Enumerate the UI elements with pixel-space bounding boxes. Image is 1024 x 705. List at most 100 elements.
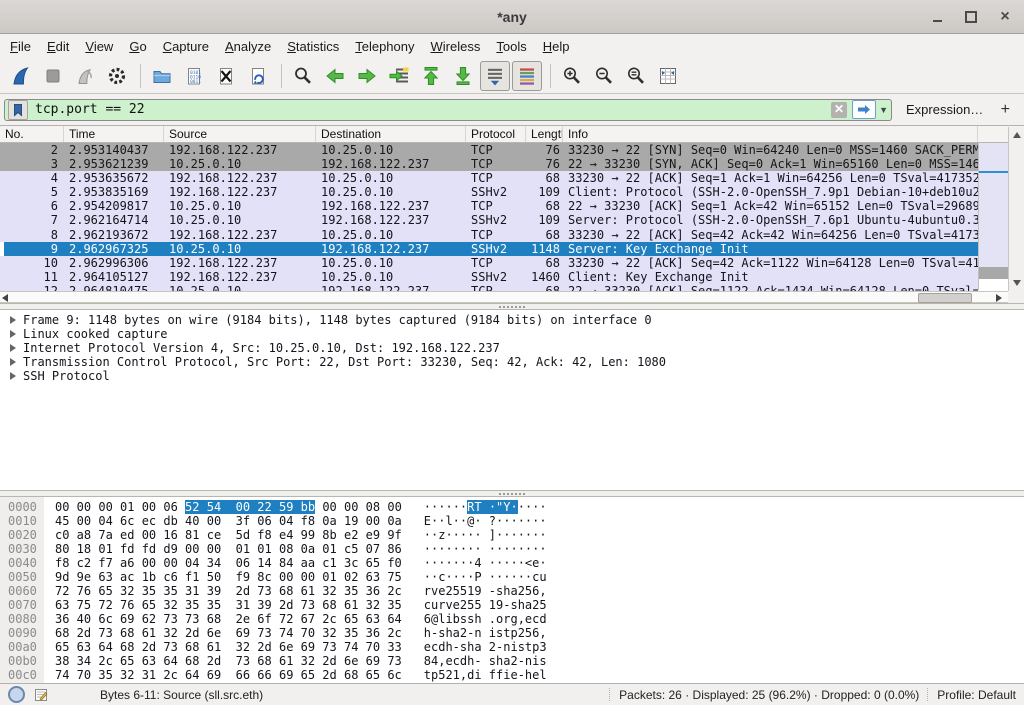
menu-edit[interactable]: Edit [39,36,77,57]
capture-options-button[interactable] [102,61,132,91]
display-filter-input[interactable]: tcp.port == 22 ✕ ▼ [4,99,892,121]
packet-row[interactable]: 52.953835169192.168.122.23710.25.0.10SSH… [0,185,978,199]
go-forward-button[interactable] [352,61,382,91]
expand-triangle-icon[interactable] [10,330,16,338]
hex-row[interactable]: 0040f8 c2 f7 a6 00 00 04 34 06 14 84 aa … [0,556,1024,570]
packet-minimap-scrollbar[interactable] [978,143,1008,290]
hscroll-thumb[interactable] [918,293,972,303]
filter-bookmark-button[interactable] [8,100,28,120]
hex-bytes[interactable]: f8 c2 f7 a6 00 00 04 34 06 14 84 aa c1 3… [55,556,402,570]
menu-view[interactable]: View [77,36,121,57]
detail-line[interactable]: Transmission Control Protocol, Src Port:… [0,355,1024,369]
hex-row[interactable]: 001045 00 04 6c ec db 40 00 3f 06 04 f8 … [0,514,1024,528]
packet-row[interactable]: 92.96296732510.25.0.10192.168.122.237SSH… [0,242,978,256]
scroll-right-icon[interactable] [996,294,1002,302]
hex-row[interactable]: 007063 75 72 76 65 32 35 35 31 39 2d 73 … [0,598,1024,612]
capture-comment-icon[interactable] [34,688,48,702]
hex-ascii[interactable]: 84,ecdh- sha2-nis [424,654,547,668]
auto-scroll-button[interactable] [480,61,510,91]
menu-tools[interactable]: Tools [488,36,534,57]
add-filter-button[interactable]: + [995,101,1016,119]
packet-row[interactable]: 32.95362123910.25.0.10192.168.122.237TCP… [0,157,978,171]
menu-capture[interactable]: Capture [155,36,217,57]
menu-statistics[interactable]: Statistics [279,36,347,57]
detail-line[interactable]: Linux cooked capture [0,327,1024,341]
close-file-button[interactable] [211,61,241,91]
pane-splitter[interactable] [0,303,1024,310]
dropdown-caret-icon[interactable]: ▼ [879,105,888,115]
hex-ascii[interactable]: ecdh-sha 2-nistp3 [424,640,547,654]
hex-bytes[interactable]: 36 40 6c 69 62 73 73 68 2e 6f 72 67 2c 6… [55,612,402,626]
go-top-button[interactable] [416,61,446,91]
column-header-length[interactable]: Length [526,126,563,142]
zoom-reset-button[interactable] [621,61,651,91]
column-header-protocol[interactable]: Protocol [466,126,526,142]
menu-help[interactable]: Help [535,36,578,57]
menu-file[interactable]: File [2,36,39,57]
zoom-out-button[interactable] [589,61,619,91]
hex-ascii[interactable]: curve255 19-sha25 [424,598,547,612]
hex-row[interactable]: 00509d 9e 63 ac 1b c6 f1 50 f9 8c 00 00 … [0,570,1024,584]
hex-row[interactable]: 009068 2d 73 68 61 32 2d 6e 69 73 74 70 … [0,626,1024,640]
expert-info-icon[interactable] [8,686,25,703]
expand-triangle-icon[interactable] [10,372,16,380]
hex-bytes[interactable]: 38 34 2c 65 63 64 68 2d 73 68 61 32 2d 6… [55,654,402,668]
column-header-source[interactable]: Source [164,126,316,142]
hex-bytes[interactable]: 74 70 35 32 31 2c 64 69 66 66 69 65 2d 6… [55,668,402,682]
pane-splitter[interactable] [0,490,1024,497]
detail-line[interactable]: SSH Protocol [0,369,1024,383]
packet-row[interactable]: 22.953140437192.168.122.23710.25.0.10TCP… [0,143,978,157]
colorize-button[interactable] [512,61,542,91]
detail-line[interactable]: Frame 9: 1148 bytes on wire (9184 bits),… [0,313,1024,327]
packet-row[interactable]: 112.964105127192.168.122.23710.25.0.10SS… [0,270,978,284]
menu-wireless[interactable]: Wireless [423,36,489,57]
hex-bytes[interactable]: 72 76 65 32 35 35 31 39 2d 73 68 61 32 3… [55,584,402,598]
column-header-time[interactable]: Time [64,126,164,142]
packet-row[interactable]: 72.96216471410.25.0.10192.168.122.237SSH… [0,213,978,227]
scroll-left-icon[interactable] [2,294,8,302]
go-bottom-button[interactable] [448,61,478,91]
horizontal-scrollbar[interactable] [0,291,1008,303]
clear-icon[interactable]: ✕ [831,102,847,118]
hex-ascii[interactable]: ·······4 ·····<e· [424,556,547,570]
find-packet-button[interactable] [288,61,318,91]
hex-ascii[interactable]: ········ ········ [424,542,547,556]
go-to-packet-button[interactable] [384,61,414,91]
hex-row[interactable]: 00c074 70 35 32 31 2c 64 69 66 66 69 65 … [0,668,1024,682]
vertical-scrollbar[interactable] [1008,127,1024,291]
open-file-button[interactable] [147,61,177,91]
titlebar[interactable]: *any × [0,0,1024,34]
minimize-icon[interactable] [926,8,948,26]
start-capture-button[interactable] [6,61,36,91]
hex-row[interactable]: 00b038 34 2c 65 63 64 68 2d 73 68 61 32 … [0,654,1024,668]
menu-go[interactable]: Go [121,36,154,57]
resize-columns-button[interactable] [653,61,683,91]
expression-button[interactable]: Expression… [906,102,983,117]
hex-ascii[interactable]: 6@libssh .org,ecd [424,612,547,626]
hex-row[interactable]: 003080 18 01 fd fd d9 00 00 01 01 08 0a … [0,542,1024,556]
column-header-no[interactable]: No. [0,126,64,142]
hex-ascii[interactable]: tp521,di ffie-hel [424,668,547,682]
maximize-icon[interactable] [960,8,982,26]
hex-row[interactable]: 008036 40 6c 69 62 73 73 68 2e 6f 72 67 … [0,612,1024,626]
filter-text[interactable]: tcp.port == 22 [35,102,831,117]
reload-file-button[interactable] [243,61,273,91]
hex-bytes[interactable]: 63 75 72 76 65 32 35 35 31 39 2d 73 68 6… [55,598,402,612]
hex-bytes[interactable]: 9d 9e 63 ac 1b c6 f1 50 f9 8c 00 00 01 0… [55,570,402,584]
packet-row[interactable]: 42.953635672192.168.122.23710.25.0.10TCP… [0,171,978,185]
scroll-up-icon[interactable] [1009,127,1024,143]
expand-triangle-icon[interactable] [10,316,16,324]
hex-row[interactable]: 000000 00 00 01 00 06 52 54 00 22 59 bb … [0,500,1024,514]
close-icon[interactable]: × [994,8,1016,26]
packet-row[interactable]: 122.96481047510.25.0.10192.168.122.237TC… [0,284,978,291]
hex-ascii[interactable]: ······RT ·"Y····· [424,500,547,514]
packet-row[interactable]: 62.95420981710.25.0.10192.168.122.237TCP… [0,199,978,213]
save-file-button[interactable]: 010101100011 [179,61,209,91]
hex-row[interactable]: 006072 76 65 32 35 35 31 39 2d 73 68 61 … [0,584,1024,598]
expand-triangle-icon[interactable] [10,358,16,366]
packet-row[interactable]: 102.962996306192.168.122.23710.25.0.10TC… [0,256,978,270]
column-header-destination[interactable]: Destination [316,126,466,142]
packet-row[interactable]: 82.962193672192.168.122.23710.25.0.10TCP… [0,228,978,242]
expand-triangle-icon[interactable] [10,344,16,352]
hex-bytes[interactable]: 80 18 01 fd fd d9 00 00 01 01 08 0a 01 c… [55,542,402,556]
